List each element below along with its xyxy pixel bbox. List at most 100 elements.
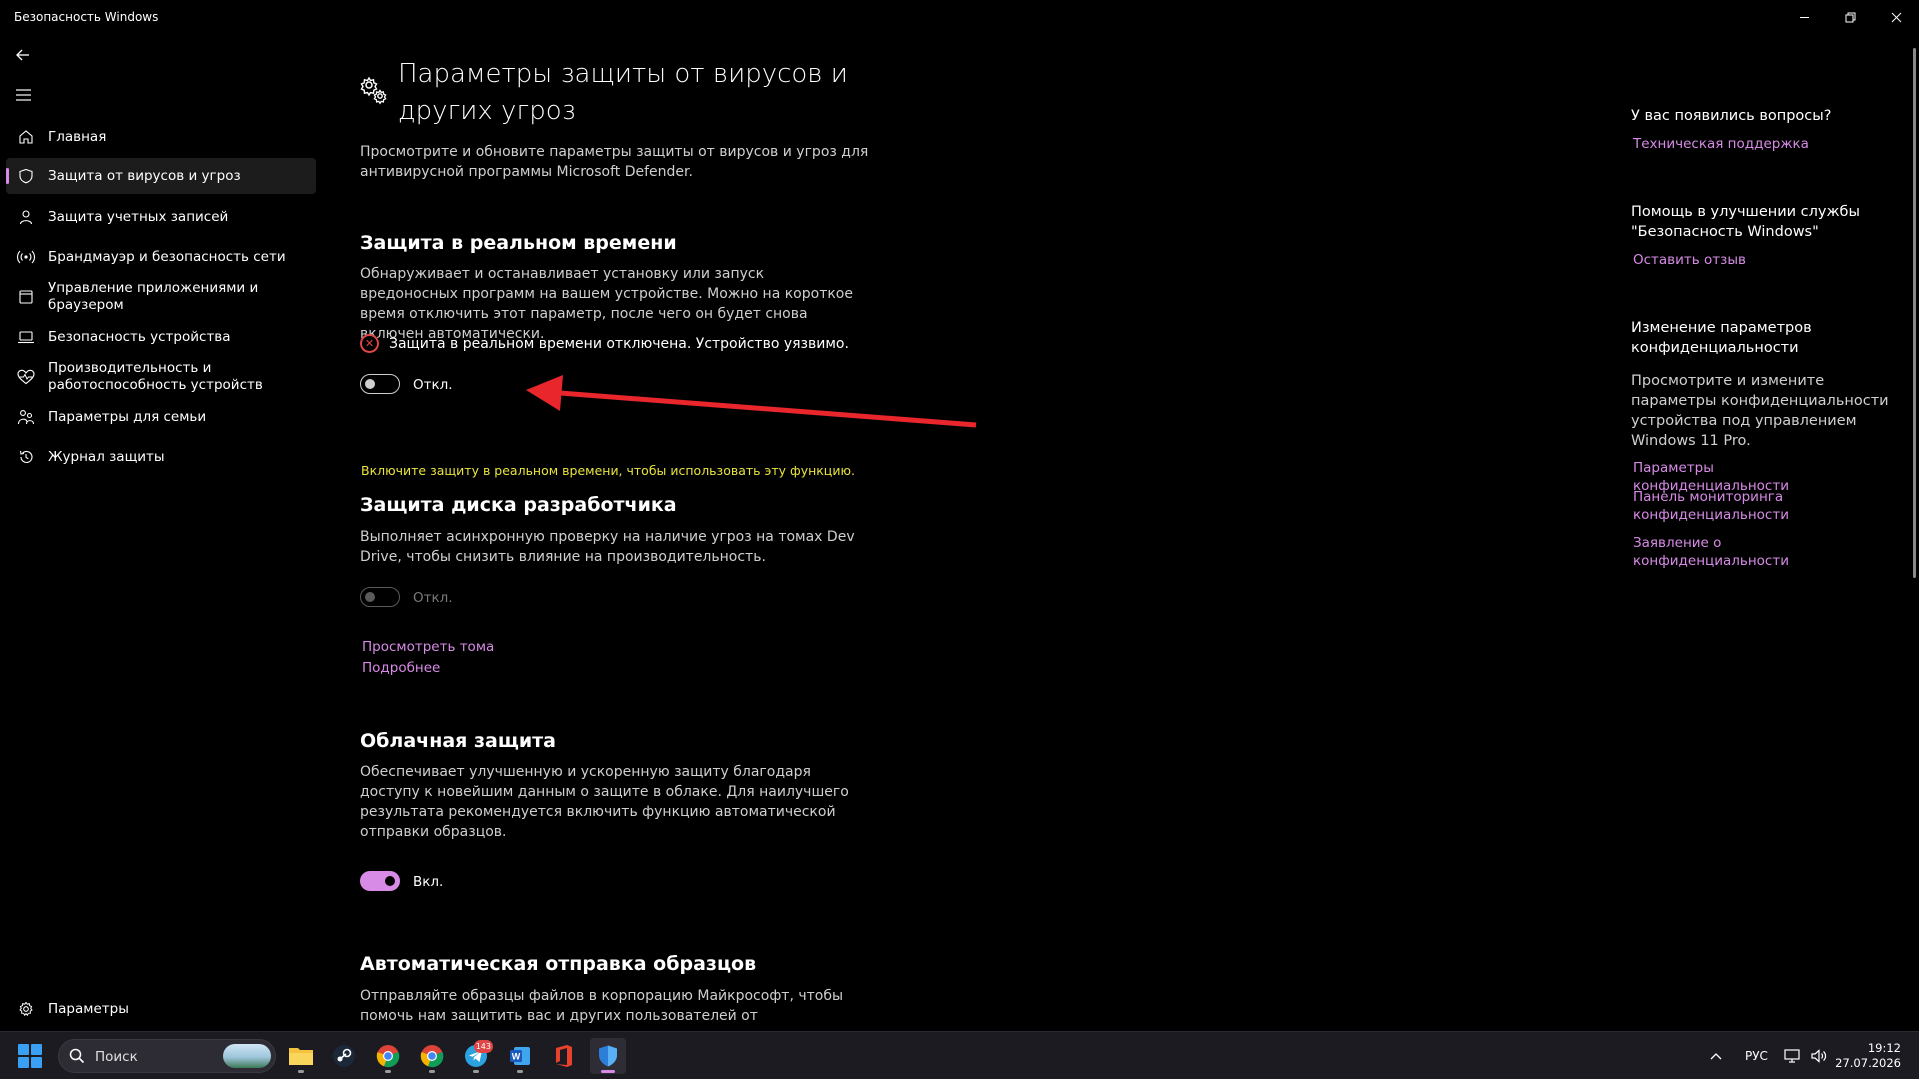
office-icon: [556, 1045, 572, 1067]
language-indicator[interactable]: РУС: [1745, 1032, 1768, 1079]
gear-icon: [16, 999, 36, 1019]
page-description: Просмотрите и обновите параметры защиты …: [360, 144, 869, 180]
arrow-left-icon: [16, 49, 29, 61]
telegram-unread-badge: 143: [473, 1040, 493, 1053]
sidebar-item-virus-protection[interactable]: Защита от вирусов и угроз: [6, 158, 316, 194]
sidebar-item-label: Безопасность устройства: [48, 329, 231, 345]
search-highlight-image: [223, 1044, 271, 1068]
toggle-knob: [385, 875, 395, 886]
view-volumes-link[interactable]: Просмотреть тома: [362, 639, 494, 655]
back-button[interactable]: [10, 44, 36, 66]
feedback-link[interactable]: Оставить отзыв: [1633, 251, 1873, 269]
close-icon: [1891, 12, 1901, 22]
learn-more-link[interactable]: Подробнее: [362, 660, 440, 676]
devdrive-toggle-label: Откл.: [413, 590, 453, 606]
devdrive-heading: Защита диска разработчика: [360, 494, 677, 516]
shield-icon: [599, 1045, 617, 1067]
sidebar-item-settings[interactable]: Параметры: [6, 996, 316, 1022]
laptop-icon: [16, 327, 36, 347]
realtime-status-text: Защита в реальном времени отключена. Уст…: [389, 335, 849, 352]
cloud-protection-heading: Облачная защита: [360, 730, 556, 752]
chevron-up-icon: [1710, 1053, 1722, 1060]
auto-samples-description: Отправляйте образцы файлов в корпорацию …: [360, 988, 844, 1031]
chrome-button[interactable]: [370, 1038, 406, 1074]
sidebar-item-label: Производительность и работоспособность у…: [48, 360, 263, 393]
history-icon: [16, 447, 36, 467]
cloud-toggle-label: Вкл.: [413, 874, 444, 890]
family-icon: [16, 407, 36, 427]
clock-time: 19:12: [1867, 1041, 1901, 1055]
search-placeholder: Поиск: [95, 1049, 138, 1065]
sidebar-item-label: Брандмауэр и безопасность сети: [48, 249, 286, 265]
sidebar-item-accounts[interactable]: Защита учетных записей: [6, 204, 316, 230]
taskbar-search[interactable]: Поиск: [58, 1039, 276, 1073]
home-icon: [16, 127, 36, 147]
close-button[interactable]: [1873, 0, 1919, 34]
realtime-protection-heading: Защита в реальном времени: [360, 232, 677, 254]
improve-heading: Помощь в улучшении службы "Безопасность …: [1631, 204, 1860, 240]
taskbar-clock[interactable]: 19:12 27.07.2026: [1835, 1041, 1901, 1071]
toggle-knob: [365, 591, 375, 602]
toggle-knob: [365, 378, 375, 389]
sidebar-item-label: Защита учетных записей: [48, 209, 229, 225]
shield-icon: [16, 166, 36, 186]
windows-security-taskbar-button[interactable]: [590, 1038, 626, 1074]
restore-button[interactable]: [1827, 0, 1873, 34]
realtime-protection-toggle[interactable]: [360, 374, 400, 394]
privacy-description: Просмотрите и измените параметры конфиде…: [1631, 373, 1889, 449]
hamburger-icon: [15, 89, 31, 101]
devdrive-toggle[interactable]: [360, 587, 400, 607]
tech-support-link[interactable]: Техническая поддержка: [1633, 135, 1873, 153]
clock-date: 27.07.2026: [1835, 1056, 1901, 1070]
privacy-statement-link[interactable]: Заявление о конфиденциальности: [1633, 534, 1873, 570]
minimize-icon: [1799, 16, 1809, 18]
steam-icon: [333, 1045, 355, 1067]
sidebar-item-home[interactable]: Главная: [6, 124, 316, 150]
svg-text:W: W: [512, 1052, 521, 1062]
sidebar-item-label: Параметры для семьи: [48, 409, 207, 425]
sidebar-item-firewall[interactable]: Брандмауэр и безопасность сети: [6, 244, 316, 270]
sidebar-item-label: Управление приложениями и браузером: [48, 280, 259, 313]
folder-icon: [289, 1048, 313, 1065]
person-icon: [16, 207, 36, 227]
devdrive-warning: Включите защиту в реальном времени, чтоб…: [361, 463, 855, 478]
sidebar-item-device-security[interactable]: Безопасность устройства: [6, 324, 316, 350]
sidebar-item-device-performance[interactable]: Производительность и работоспособность у…: [6, 359, 316, 395]
window-title: Безопасность Windows: [14, 10, 159, 24]
sidebar-item-app-browser-control[interactable]: Управление приложениями и браузером: [6, 279, 316, 315]
sidebar-item-family[interactable]: Параметры для семьи: [6, 404, 316, 430]
windows-security-window: Безопасность Windows Главная Защита от в…: [0, 0, 1919, 1031]
start-button[interactable]: [18, 1044, 42, 1068]
realtime-status: ✕ Защита в реальном времени отключена. У…: [360, 334, 849, 353]
hamburger-menu-button[interactable]: [10, 84, 36, 106]
steam-button[interactable]: [326, 1038, 362, 1074]
questions-heading: У вас появились вопросы?: [1631, 108, 1832, 124]
scrollbar[interactable]: [1913, 48, 1916, 578]
chrome-profile-button[interactable]: [414, 1038, 450, 1074]
telegram-button[interactable]: 143: [458, 1038, 494, 1074]
word-button[interactable]: W: [502, 1038, 538, 1074]
red-annotation-arrow: [526, 375, 977, 428]
network-icon[interactable]: [1784, 1032, 1802, 1079]
restore-icon: [1845, 12, 1855, 22]
cloud-protection-description: Обеспечивает улучшенную и ускоренную защ…: [360, 764, 849, 840]
settings-gears-icon: [358, 74, 390, 106]
sidebar-item-protection-history[interactable]: Журнал защиты: [6, 444, 316, 470]
realtime-protection-description: Обнаруживает и останавливает установку и…: [360, 266, 853, 342]
volume-icon[interactable]: [1810, 1032, 1828, 1079]
privacy-heading: Изменение параметров конфиденциальности: [1631, 320, 1812, 356]
sidebar-item-label: Главная: [48, 129, 107, 145]
show-hidden-icons-button[interactable]: [1710, 1032, 1728, 1079]
file-explorer-button[interactable]: [283, 1038, 319, 1074]
minimize-button[interactable]: [1781, 0, 1827, 34]
office-button[interactable]: [546, 1038, 582, 1074]
auto-samples-heading: Автоматическая отправка образцов: [360, 953, 757, 975]
chrome-icon: [376, 1045, 400, 1068]
sidebar-item-label: Журнал защиты: [48, 449, 165, 465]
word-icon: W: [510, 1047, 530, 1065]
app-window-icon: [16, 287, 36, 307]
error-circle-icon: ✕: [360, 334, 379, 353]
privacy-dashboard-link[interactable]: Панель мониторинга конфиденциальности: [1633, 488, 1873, 524]
cloud-protection-toggle[interactable]: [360, 871, 400, 891]
sidebar-item-label: Защита от вирусов и угроз: [48, 168, 241, 184]
